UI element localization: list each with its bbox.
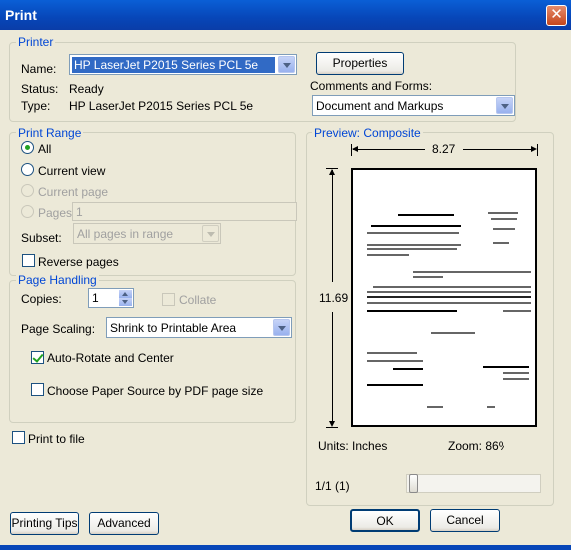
preview-legend: Preview: Composite <box>312 126 423 140</box>
radio-all-label[interactable]: All <box>38 142 51 156</box>
ok-button[interactable]: OK <box>350 509 420 532</box>
chevron-down-icon[interactable] <box>496 97 513 114</box>
printer-type-value: HP LaserJet P2015 Series PCL 5e <box>69 99 254 113</box>
subset-value: All pages in range <box>77 227 174 241</box>
pages-input: 1 <box>72 202 297 221</box>
cancel-button[interactable]: Cancel <box>430 509 500 532</box>
pages-input-value: 1 <box>76 205 83 219</box>
radio-pages-label: Pages <box>38 206 73 220</box>
radio-current-view-label[interactable]: Current view <box>38 164 105 178</box>
page-scaling-label: Page Scaling: <box>21 322 96 336</box>
preview-height: 11.69 <box>319 291 349 305</box>
stepper-up-icon[interactable] <box>119 290 132 298</box>
print-to-file-label[interactable]: Print to file <box>28 432 85 446</box>
close-button[interactable]: ✕ <box>546 5 567 26</box>
copies-label: Copies: <box>21 292 62 306</box>
collate-label: Collate <box>179 293 217 307</box>
radio-current-page <box>21 184 34 197</box>
printer-type-label: Type: <box>21 99 51 113</box>
choose-paper-source-checkbox[interactable] <box>31 383 44 396</box>
page-slider-thumb[interactable] <box>409 474 418 493</box>
window-bottom-border <box>0 545 571 550</box>
printer-legend: Printer <box>16 35 56 49</box>
chevron-down-icon[interactable] <box>278 56 295 73</box>
printer-name-select[interactable]: HP LaserJet P2015 Series PCL 5e <box>69 54 297 75</box>
subset-label: Subset: <box>21 231 62 245</box>
radio-all[interactable] <box>21 141 34 154</box>
close-icon: ✕ <box>550 6 563 23</box>
page-slider-track[interactable] <box>406 474 541 493</box>
title-bar: Print ✕ <box>0 0 571 30</box>
page-handling-legend: Page Handling <box>16 273 99 287</box>
zoom-label: Zoom: 86% <box>448 439 504 453</box>
page-scaling-value: Shrink to Printable Area <box>110 321 237 335</box>
chevron-down-icon[interactable] <box>273 319 290 336</box>
printing-tips-button[interactable]: Printing Tips <box>10 512 79 535</box>
stepper-down-icon[interactable] <box>119 298 132 306</box>
printer-name-label: Name: <box>21 62 57 76</box>
window-title: Print <box>5 7 37 23</box>
copies-value: 1 <box>92 291 99 305</box>
comments-forms-label: Comments and Forms: <box>310 79 433 93</box>
preview-width: 8.27 <box>432 142 456 156</box>
printer-name-value: HP LaserJet P2015 Series PCL 5e <box>72 57 275 73</box>
subset-select: All pages in range <box>73 223 221 244</box>
reverse-pages-checkbox[interactable] <box>22 254 35 267</box>
auto-rotate-label[interactable]: Auto-Rotate and Center <box>47 351 174 365</box>
comments-forms-select[interactable]: Document and Markups <box>312 95 515 116</box>
radio-current-page-label: Current page <box>38 185 109 199</box>
page-indicator: 1/1 (1) <box>315 479 350 493</box>
collate-checkbox <box>162 293 175 306</box>
radio-current-view[interactable] <box>21 163 34 176</box>
advanced-button[interactable]: Advanced <box>89 512 159 535</box>
page-scaling-select[interactable]: Shrink to Printable Area <box>106 317 292 338</box>
auto-rotate-checkbox[interactable] <box>31 351 44 364</box>
radio-pages <box>21 205 34 218</box>
comments-forms-value: Document and Markups <box>316 99 444 113</box>
reverse-pages-label[interactable]: Reverse pages <box>38 255 119 269</box>
units-label: Units: Inches <box>318 439 388 453</box>
choose-paper-source-label[interactable]: Choose Paper Source by PDF page size <box>47 384 263 398</box>
properties-button[interactable]: Properties <box>316 52 404 75</box>
print-to-file-checkbox[interactable] <box>12 431 25 444</box>
print-range-legend: Print Range <box>16 126 84 140</box>
page-preview <box>351 168 537 427</box>
copies-stepper[interactable]: 1 <box>88 288 134 308</box>
printer-status-value: Ready <box>69 82 104 96</box>
printer-status-label: Status: <box>21 82 59 96</box>
chevron-down-icon <box>202 225 219 242</box>
